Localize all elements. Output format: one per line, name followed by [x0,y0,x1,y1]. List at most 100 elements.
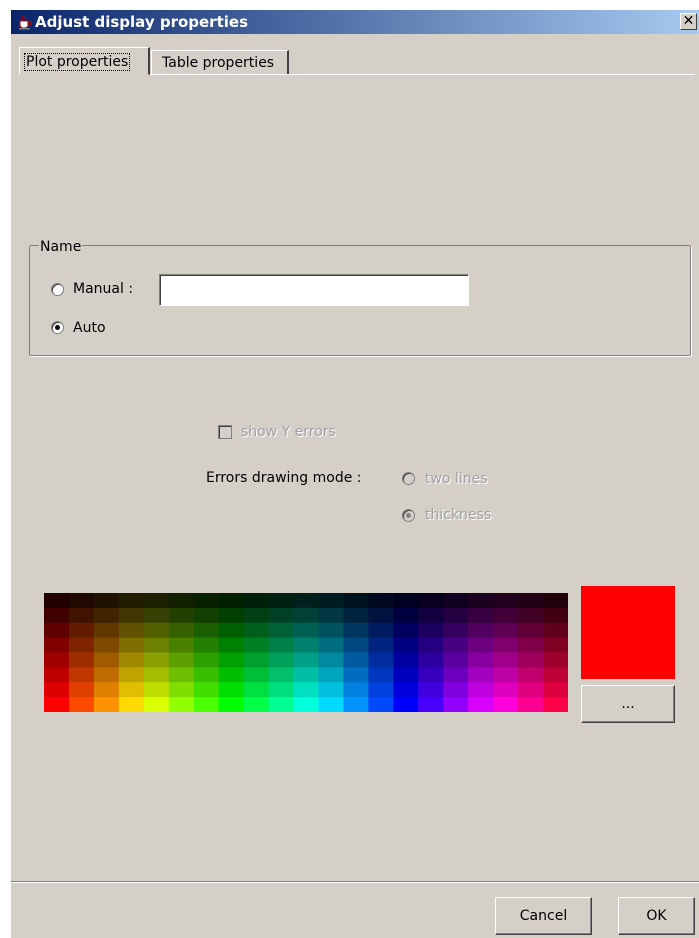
palette-swatch[interactable] [93,622,120,639]
palette-swatch[interactable] [518,652,544,668]
palette-swatch[interactable] [143,652,170,668]
palette-swatch[interactable] [343,697,369,712]
palette-swatch[interactable] [193,637,220,654]
palette-swatch[interactable] [318,593,345,609]
palette-swatch[interactable] [493,667,519,683]
palette-swatch[interactable] [218,593,245,609]
palette-swatch[interactable] [318,652,345,668]
palette-swatch[interactable] [68,682,95,698]
palette-swatch[interactable] [543,607,568,624]
palette-swatch[interactable] [93,593,120,609]
palette-swatch[interactable] [443,593,469,609]
palette-swatch[interactable] [443,667,469,683]
palette-swatch[interactable] [393,637,419,654]
palette-swatch[interactable] [393,622,419,639]
palette-swatch[interactable] [268,607,295,624]
palette-swatch[interactable] [368,667,394,683]
palette-swatch[interactable] [93,637,120,654]
palette-swatch[interactable] [243,652,270,668]
palette-swatch[interactable] [68,637,95,654]
palette-swatch[interactable] [218,637,245,654]
palette-swatch[interactable] [243,667,270,683]
palette-swatch[interactable] [518,682,544,698]
palette-swatch[interactable] [443,697,469,712]
palette-swatch[interactable] [268,682,295,698]
palette-swatch[interactable] [118,682,145,698]
palette-swatch[interactable] [293,697,320,712]
palette-swatch[interactable] [368,622,394,639]
palette-swatch[interactable] [393,593,419,609]
palette-swatch[interactable] [418,637,444,654]
show-y-errors-checkbox[interactable] [218,425,232,439]
palette-swatch[interactable] [193,622,220,639]
palette-swatch[interactable] [293,667,320,683]
palette-swatch[interactable] [293,593,320,609]
palette-swatch[interactable] [518,622,544,639]
palette-swatch[interactable] [118,667,145,683]
palette-swatch[interactable] [243,697,270,712]
palette-swatch[interactable] [68,593,95,609]
palette-swatch[interactable] [493,652,519,668]
palette-swatch[interactable] [468,697,494,712]
palette-swatch[interactable] [518,697,544,712]
palette-swatch[interactable] [468,637,494,654]
palette-swatch[interactable] [68,652,95,668]
palette-swatch[interactable] [493,682,519,698]
palette-swatch[interactable] [118,652,145,668]
palette-swatch[interactable] [468,607,494,624]
palette-swatch[interactable] [468,652,494,668]
palette-swatch[interactable] [193,652,220,668]
palette-swatch[interactable] [68,697,95,712]
palette-swatch[interactable] [268,637,295,654]
palette-swatch[interactable] [168,667,195,683]
palette-swatch[interactable] [393,667,419,683]
palette-swatch[interactable] [318,682,345,698]
palette-swatch[interactable] [443,637,469,654]
palette-swatch[interactable] [293,607,320,624]
palette-swatch[interactable] [93,697,120,712]
palette-swatch[interactable] [44,607,70,624]
palette-swatch[interactable] [293,622,320,639]
palette-swatch[interactable] [243,622,270,639]
palette-swatch[interactable] [468,593,494,609]
palette-swatch[interactable] [418,622,444,639]
palette-swatch[interactable] [293,637,320,654]
title-bar[interactable]: Adjust display properties ✕ [11,10,699,34]
palette-swatch[interactable] [93,652,120,668]
palette-swatch[interactable] [143,682,170,698]
palette-swatch[interactable] [44,667,70,683]
palette-swatch[interactable] [518,667,544,683]
palette-swatch[interactable] [418,697,444,712]
close-button[interactable]: ✕ [680,13,697,30]
palette-swatch[interactable] [218,652,245,668]
cancel-button[interactable]: Cancel [495,897,592,935]
palette-swatch[interactable] [44,637,70,654]
palette-swatch[interactable] [143,607,170,624]
palette-swatch[interactable] [518,607,544,624]
palette-swatch[interactable] [44,622,70,639]
manual-radio[interactable] [51,283,64,296]
palette-swatch[interactable] [493,637,519,654]
palette-swatch[interactable] [218,667,245,683]
palette-swatch[interactable] [543,637,568,654]
palette-swatch[interactable] [143,697,170,712]
palette-swatch[interactable] [218,682,245,698]
palette-swatch[interactable] [443,607,469,624]
palette-swatch[interactable] [493,607,519,624]
palette-swatch[interactable] [93,607,120,624]
palette-swatch[interactable] [368,652,394,668]
palette-swatch[interactable] [518,637,544,654]
palette-swatch[interactable] [368,682,394,698]
palette-swatch[interactable] [193,593,220,609]
palette-swatch[interactable] [168,652,195,668]
manual-name-input[interactable] [159,274,469,306]
palette-swatch[interactable] [393,697,419,712]
palette-swatch[interactable] [468,667,494,683]
palette-swatch[interactable] [193,667,220,683]
palette-swatch[interactable] [268,697,295,712]
palette-swatch[interactable] [118,637,145,654]
palette-swatch[interactable] [493,593,519,609]
auto-radio[interactable] [51,321,64,334]
tab-plot-properties[interactable]: Plot properties [19,47,150,75]
palette-swatch[interactable] [368,607,394,624]
